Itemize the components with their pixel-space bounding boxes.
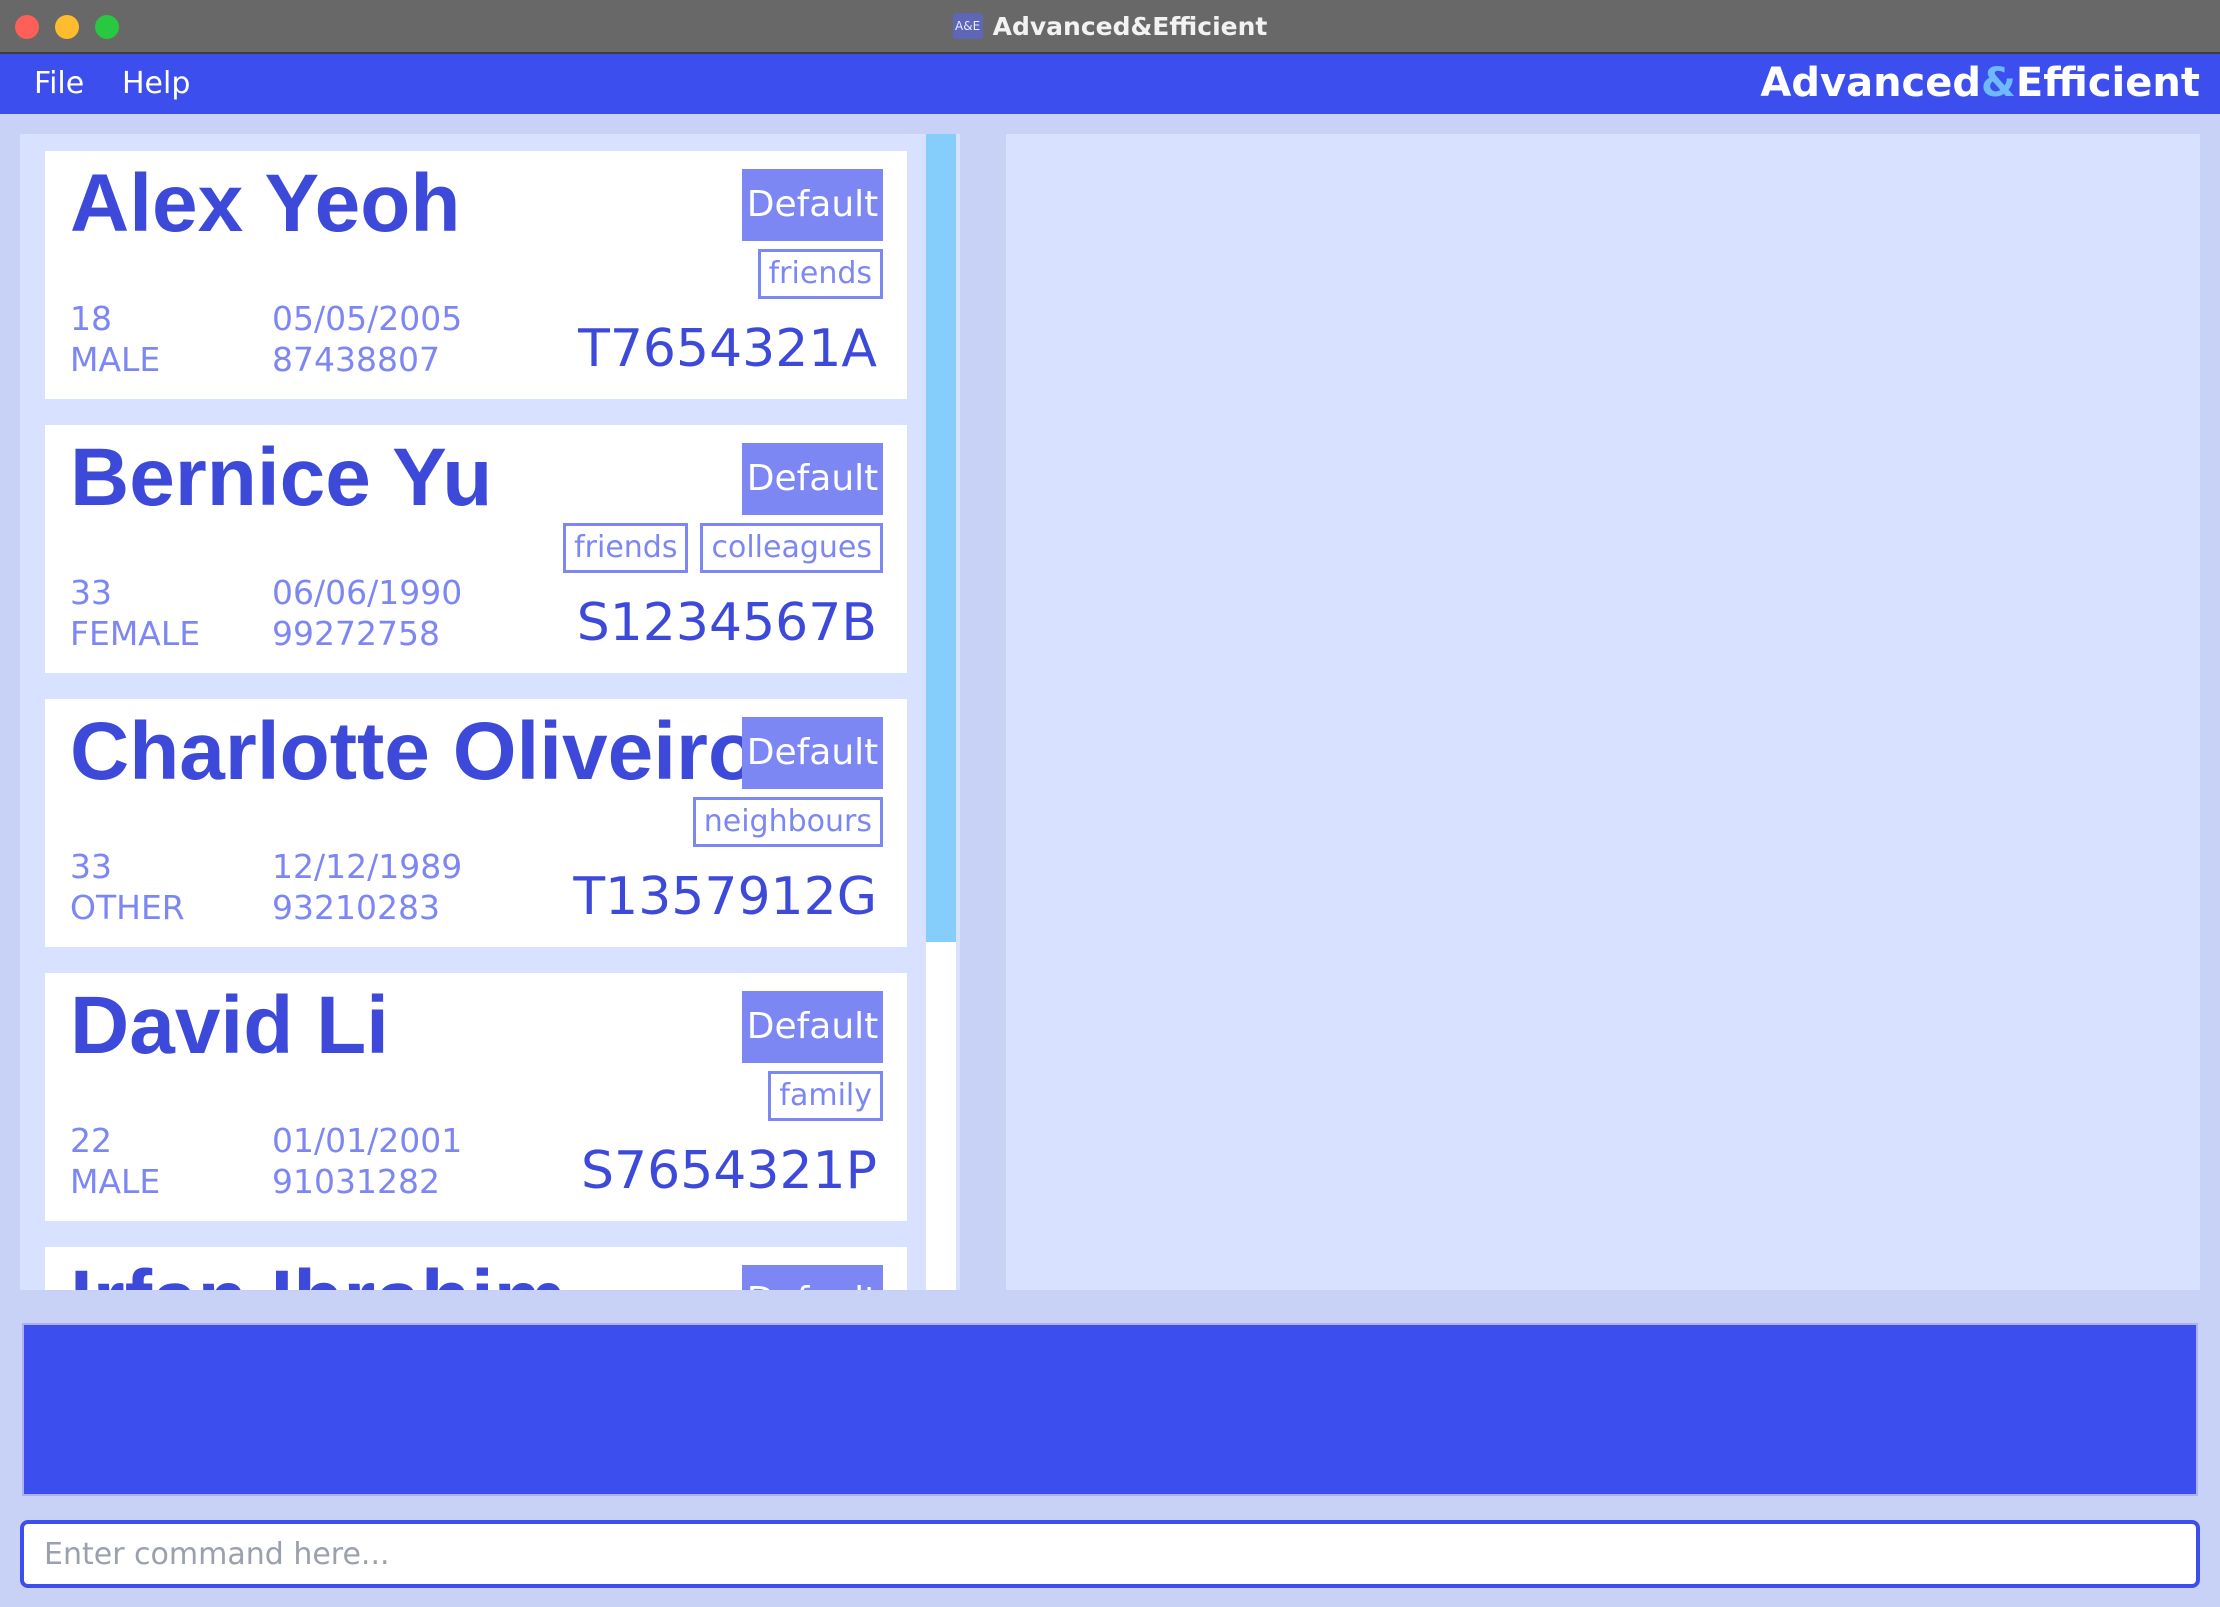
person-detail-panel — [1006, 134, 2200, 1290]
person-gender: OTHER — [70, 888, 185, 927]
person-phone: 99272758 — [272, 614, 440, 653]
menu-help[interactable]: Help — [122, 66, 190, 101]
person-card[interactable]: Alex Yeoh Default friends 18 MALE 05/05/… — [45, 151, 907, 399]
tag: colleagues — [700, 523, 883, 573]
person-age: 33 — [70, 847, 112, 886]
person-phone: 87438807 — [272, 340, 440, 379]
window-title-group: A&E Advanced&Efficient — [0, 0, 2220, 52]
person-gender: MALE — [70, 340, 161, 379]
tag-list: friends colleagues — [563, 523, 883, 573]
person-phone: 91031282 — [272, 1162, 440, 1201]
default-button[interactable]: Default — [742, 443, 883, 515]
person-dob: 12/12/1989 — [272, 847, 463, 886]
default-button[interactable]: Default — [742, 991, 883, 1063]
tag: friends — [757, 249, 883, 299]
person-name: David Li — [70, 980, 389, 1071]
person-dob: 05/05/2005 — [272, 299, 463, 338]
person-name: Bernice Yu — [70, 432, 493, 523]
person-nric: S1234567B — [576, 593, 877, 653]
brand-right: Efficient — [2015, 60, 2200, 106]
command-input[interactable] — [20, 1520, 2200, 1588]
person-nric: T7654321A — [578, 319, 877, 379]
app-icon: A&E — [952, 13, 983, 39]
tag: friends — [563, 523, 689, 573]
person-nric: T1357912G — [573, 867, 877, 927]
brand-ampersand: & — [1981, 60, 2016, 106]
person-age: 33 — [70, 573, 112, 612]
tag-list: friends — [757, 249, 883, 299]
person-list-panel[interactable]: Alex Yeoh Default friends 18 MALE 05/05/… — [20, 134, 960, 1290]
person-nric: S7654321P — [581, 1141, 877, 1201]
result-display — [22, 1323, 2198, 1496]
person-dob: 01/01/2001 — [272, 1121, 463, 1160]
person-phone: 93210283 — [272, 888, 440, 927]
person-card[interactable]: Irfan Ibrahim Default — [45, 1247, 907, 1290]
tag: neighbours — [692, 797, 883, 847]
tag-list: neighbours — [692, 797, 883, 847]
default-button[interactable]: Default — [742, 1265, 883, 1290]
tag: family — [768, 1071, 883, 1121]
title-bar: A&E Advanced&Efficient — [0, 0, 2220, 54]
person-age: 22 — [70, 1121, 112, 1160]
menu-file[interactable]: File — [34, 66, 84, 101]
list-scrollbar-thumb[interactable] — [926, 134, 956, 942]
person-name: Alex Yeoh — [70, 158, 461, 249]
default-button[interactable]: Default — [742, 169, 883, 241]
brand-left: Advanced — [1760, 60, 1982, 106]
default-button[interactable]: Default — [742, 717, 883, 789]
person-card[interactable]: Bernice Yu Default friends colleagues 33… — [45, 425, 907, 673]
person-gender: MALE — [70, 1162, 161, 1201]
person-gender: FEMALE — [70, 614, 201, 653]
brand-logo: Advanced&Efficient — [1760, 60, 2200, 106]
person-dob: 06/06/1990 — [272, 573, 463, 612]
menu-bar: File Help Advanced&Efficient — [0, 54, 2220, 114]
window-title: Advanced&Efficient — [992, 11, 1268, 41]
person-name: Irfan Ibrahim — [70, 1253, 567, 1290]
person-age: 18 — [70, 299, 112, 338]
tag-list: family — [768, 1071, 883, 1121]
person-card[interactable]: Charlotte Oliveiro Default neighbours 33… — [45, 699, 907, 947]
person-name: Charlotte Oliveiro — [70, 706, 759, 797]
person-card[interactable]: David Li Default family 22 MALE 01/01/20… — [45, 973, 907, 1221]
